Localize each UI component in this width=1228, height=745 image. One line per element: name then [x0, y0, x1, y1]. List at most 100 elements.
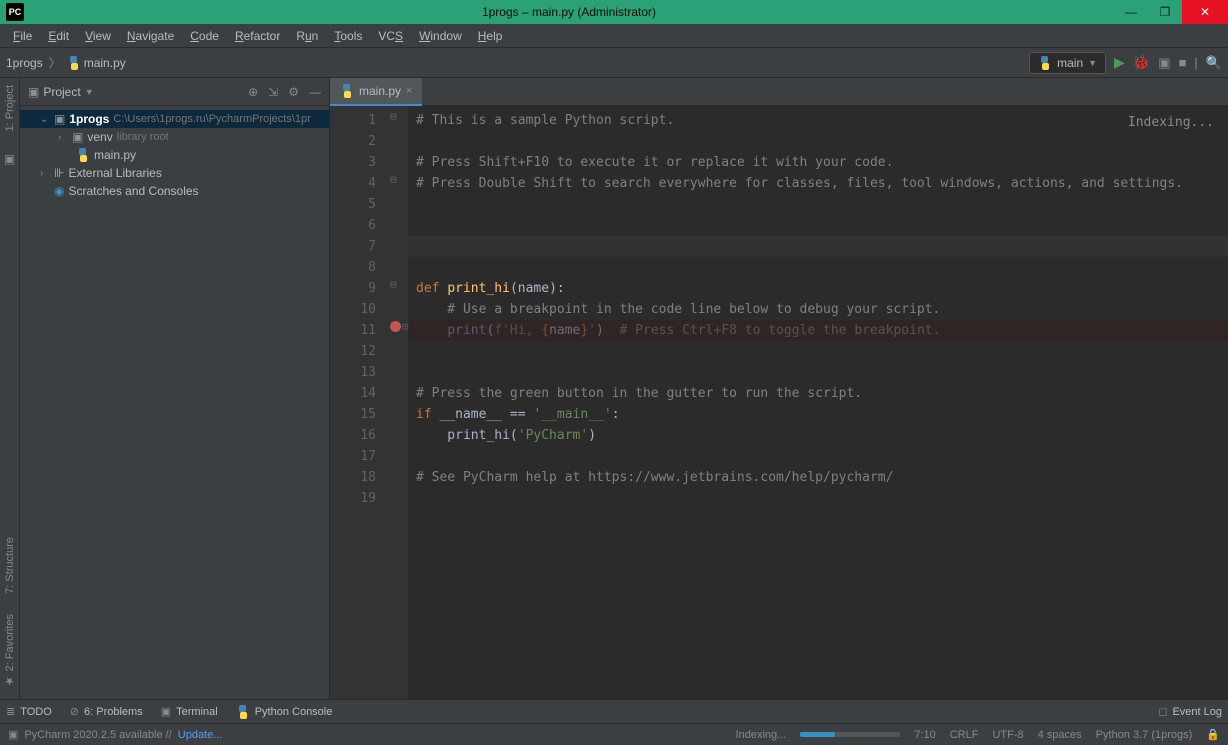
status-encoding[interactable]: UTF-8 — [992, 729, 1023, 741]
tree-venv-label: venv — [87, 130, 112, 144]
menu-navigate[interactable]: Navigate — [120, 26, 181, 46]
status-window-icon[interactable]: ▣ — [8, 728, 18, 741]
chevron-down-icon[interactable]: ▼ — [85, 87, 94, 97]
breadcrumb-file-label: main.py — [84, 56, 126, 70]
debug-button[interactable]: 🐞 — [1133, 54, 1150, 71]
menu-code[interactable]: Code — [183, 26, 226, 46]
hide-icon[interactable]: — — [309, 85, 321, 99]
menu-help[interactable]: Help — [471, 26, 510, 46]
fold-icon[interactable]: ⊟ — [390, 110, 397, 123]
tab-problems[interactable]: ⊘6: Problems — [70, 705, 143, 718]
settings-icon[interactable]: ⚙ — [288, 85, 299, 99]
fold-icon[interactable]: ⊟ — [390, 173, 397, 186]
log-icon: ◻ — [1158, 705, 1167, 718]
tree-venv-sublabel: library root — [117, 131, 169, 143]
folder-icon[interactable]: ▣ — [4, 149, 15, 169]
project-tree: ⌄ ▣ 1progs C:\Users\1progs.ru\PycharmPro… — [20, 106, 329, 204]
sidebar-header: ▣ Project ▼ ⊕ ⇲ ⚙ — — [20, 78, 329, 106]
status-interpreter[interactable]: Python 3.7 (1progs) — [1096, 729, 1193, 741]
editor-tabs: main.py × — [330, 78, 1228, 106]
tab-terminal[interactable]: ▣Terminal — [161, 705, 218, 718]
code-editor[interactable]: 123456789 10111213141516171819 ⊟ ⊟ ⊟ ⊟ I… — [330, 106, 1228, 699]
select-opened-file-icon[interactable]: ⊕ — [248, 85, 258, 99]
maximize-button[interactable]: ❐ — [1148, 0, 1182, 24]
status-eol[interactable]: CRLF — [950, 729, 979, 741]
breadcrumb: 1progs 〉 main.py — [6, 54, 126, 71]
tree-file-main[interactable]: main.py — [20, 146, 329, 164]
stripe-structure[interactable]: 7: Structure — [4, 534, 16, 597]
app-logo: PC — [6, 3, 24, 21]
python-icon — [76, 148, 90, 162]
tab-python-console[interactable]: Python Console — [236, 705, 333, 719]
titlebar: PC 1progs – main.py (Administrator) — ❐ … — [0, 0, 1228, 24]
lock-icon[interactable]: 🔒 — [1206, 728, 1220, 741]
python-icon — [340, 84, 354, 98]
tab-main-py[interactable]: main.py × — [330, 78, 422, 106]
python-icon — [67, 56, 81, 70]
search-button[interactable]: 🔍 — [1206, 55, 1222, 71]
run-configuration-dropdown[interactable]: main ▼ — [1029, 52, 1106, 74]
status-version: PyCharm 2020.2.5 available // — [24, 729, 171, 741]
chevron-down-icon: ▼ — [1088, 58, 1097, 68]
chevron-down-icon: ⌄ — [40, 114, 50, 125]
menu-window[interactable]: Window — [412, 26, 469, 46]
status-bar: ▣ PyCharm 2020.2.5 available // Update..… — [0, 723, 1228, 745]
menu-vcs[interactable]: VCS — [371, 26, 410, 46]
menubar: File Edit View Navigate Code Refactor Ru… — [0, 24, 1228, 48]
tree-venv[interactable]: › ▣ venv library root — [20, 128, 329, 146]
status-indent[interactable]: 4 spaces — [1038, 729, 1082, 741]
breadcrumb-file[interactable]: main.py — [67, 56, 126, 70]
tree-root[interactable]: ⌄ ▣ 1progs C:\Users\1progs.ru\PycharmPro… — [20, 110, 329, 128]
window-title: 1progs – main.py (Administrator) — [24, 5, 1114, 19]
menu-edit[interactable]: Edit — [41, 26, 76, 46]
project-sidebar: ▣ Project ▼ ⊕ ⇲ ⚙ — ⌄ ▣ 1progs C:\Users\… — [20, 78, 330, 699]
line-numbers: 123456789 10111213141516171819 — [330, 106, 386, 699]
menu-tools[interactable]: Tools — [327, 26, 369, 46]
python-icon — [236, 705, 250, 719]
python-icon — [1038, 56, 1052, 70]
tree-scratches[interactable]: ◉ Scratches and Consoles — [20, 182, 329, 200]
code-text[interactable]: Indexing... # This is a sample Python sc… — [408, 106, 1228, 699]
tree-root-path: C:\Users\1progs.ru\PycharmProjects\1pr — [113, 113, 310, 125]
tab-event-log[interactable]: ◻Event Log — [1158, 705, 1222, 718]
run-button[interactable]: ▶ — [1114, 54, 1125, 71]
tree-external-libs[interactable]: › ⊪ External Libraries — [20, 164, 329, 182]
terminal-icon: ▣ — [161, 705, 171, 718]
divider-icon: | — [1194, 55, 1197, 70]
folder-icon: ▣ — [54, 112, 65, 126]
close-icon[interactable]: × — [406, 85, 412, 97]
sidebar-title-label: Project — [43, 85, 80, 99]
project-icon: ▣ — [28, 85, 39, 99]
stop-button[interactable]: ■ — [1179, 55, 1187, 70]
menu-file[interactable]: File — [6, 26, 39, 46]
tab-todo[interactable]: ≣TODO — [6, 705, 52, 718]
menu-view[interactable]: View — [78, 26, 118, 46]
scratch-icon: ◉ — [54, 184, 64, 198]
indexing-label: Indexing... — [1128, 112, 1214, 133]
navigation-bar: 1progs 〉 main.py main ▼ ▶ 🐞 ▣ ■ | 🔍 — [0, 48, 1228, 78]
close-button[interactable]: ✕ — [1182, 0, 1228, 24]
update-link[interactable]: Update... — [178, 729, 223, 741]
bottom-tool-tabs: ≣TODO ⊘6: Problems ▣Terminal Python Cons… — [0, 699, 1228, 723]
indexing-progress — [800, 732, 900, 737]
editor-gutter: ⊟ ⊟ ⊟ ⊟ — [386, 106, 408, 699]
status-indexing: Indexing... — [736, 729, 787, 741]
breadcrumb-root[interactable]: 1progs — [6, 56, 43, 70]
tree-scratches-label: Scratches and Consoles — [68, 184, 198, 198]
fold-icon[interactable]: ⊟ — [390, 278, 397, 291]
editor-area: main.py × 123456789 10111213141516171819… — [330, 78, 1228, 699]
stripe-favorites[interactable]: ★ 2: Favorites — [3, 611, 16, 691]
chevron-right-icon: › — [58, 132, 68, 143]
tree-root-label: 1progs — [69, 112, 109, 126]
status-position[interactable]: 7:10 — [914, 729, 935, 741]
list-icon: ≣ — [6, 705, 15, 718]
run-config-label: main — [1057, 56, 1083, 70]
stripe-project[interactable]: 1: Project — [4, 82, 16, 134]
expand-all-icon[interactable]: ⇲ — [268, 85, 278, 99]
menu-run[interactable]: Run — [289, 26, 325, 46]
breakpoint-icon[interactable] — [390, 321, 401, 332]
minimize-button[interactable]: — — [1114, 0, 1148, 24]
tree-extlibs-label: External Libraries — [68, 166, 161, 180]
run-coverage-button[interactable]: ▣ — [1158, 55, 1170, 71]
menu-refactor[interactable]: Refactor — [228, 26, 287, 46]
